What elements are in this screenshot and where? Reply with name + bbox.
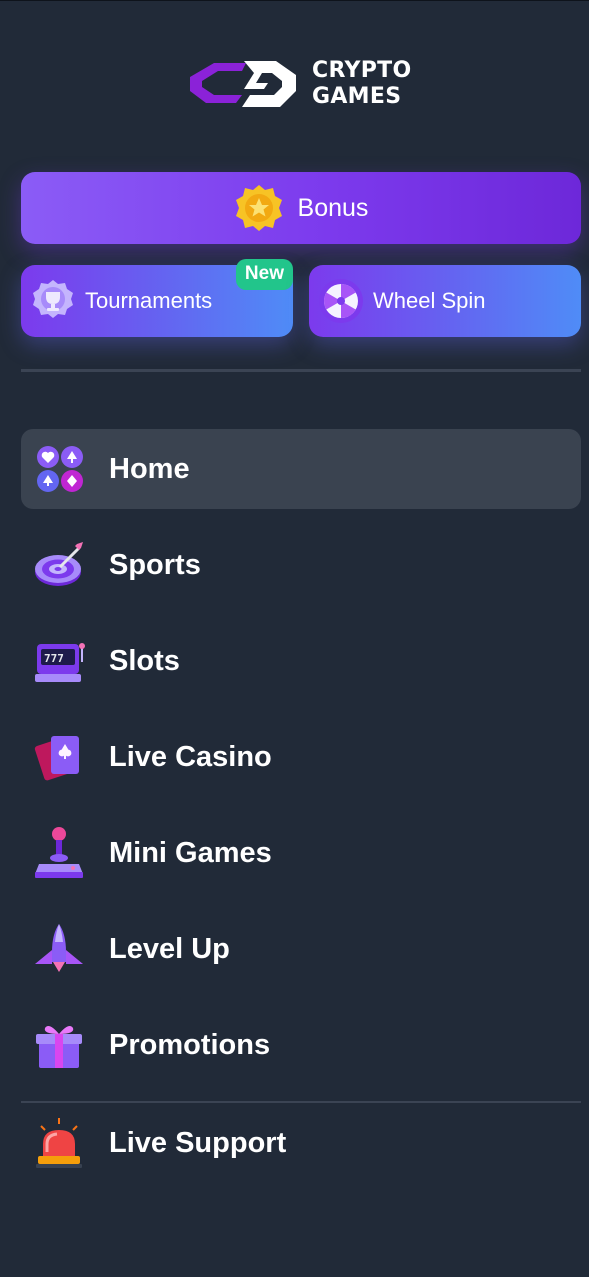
card-suits-icon — [37, 446, 83, 492]
wheel-icon — [319, 279, 363, 323]
rocket-icon — [35, 924, 83, 972]
section-divider — [21, 369, 581, 372]
nav-item-live-support[interactable]: Live Support — [21, 1103, 581, 1183]
gold-coin-icon — [235, 185, 282, 231]
nav-label-live-support: Live Support — [109, 1126, 287, 1159]
crypto-games-logo-icon — [190, 61, 296, 107]
nav-label-live-casino: Live Casino — [109, 740, 272, 773]
brand-logo[interactable]: CRYPTO GAMES — [184, 55, 411, 113]
tournaments-button[interactable]: Tournaments New — [21, 259, 293, 337]
playing-cards-icon — [34, 736, 79, 781]
nav-label-promotions: Promotions — [109, 1028, 271, 1061]
gift-icon — [36, 1026, 82, 1068]
nav-item-mini-games[interactable]: Mini Games — [21, 813, 581, 893]
nav-item-promotions[interactable]: Promotions — [21, 1005, 581, 1085]
nav-item-level-up[interactable]: Level Up — [21, 909, 581, 989]
nav-item-live-casino[interactable]: Live Casino — [21, 717, 581, 797]
new-badge: New — [235, 259, 293, 290]
brand-line-2: GAMES — [312, 84, 402, 109]
nav-item-slots[interactable]: 777 Slots — [21, 621, 581, 701]
trophy-badge-icon — [33, 280, 73, 318]
joystick-icon — [35, 827, 83, 878]
nav-item-sports[interactable]: Sports — [21, 525, 581, 605]
bonus-label: Bonus — [297, 193, 369, 222]
slot-machine-icon: 777 — [35, 643, 85, 682]
nav-label-home: Home — [109, 452, 190, 485]
wheel-spin-label: Wheel Spin — [373, 288, 486, 313]
nav-label-slots: Slots — [109, 644, 180, 677]
target-dart-icon — [35, 542, 83, 586]
nav-label-sports: Sports — [109, 548, 201, 581]
brand-line-1: CRYPTO — [312, 58, 412, 83]
nav-label-mini-games: Mini Games — [109, 836, 272, 869]
side-menu: CRYPTO GAMES Bonus Tournaments New Wheel… — [0, 0, 589, 1277]
bonus-button[interactable]: Bonus — [21, 172, 581, 244]
brand-name: CRYPTO GAMES — [312, 58, 411, 110]
nav-label-level-up: Level Up — [109, 932, 230, 965]
tournaments-label: Tournaments — [85, 288, 213, 313]
siren-icon — [36, 1118, 82, 1168]
wheel-spin-button[interactable]: Wheel Spin — [309, 265, 581, 337]
nav-item-home[interactable]: Home — [21, 429, 581, 509]
svg-text:777: 777 — [44, 652, 64, 665]
